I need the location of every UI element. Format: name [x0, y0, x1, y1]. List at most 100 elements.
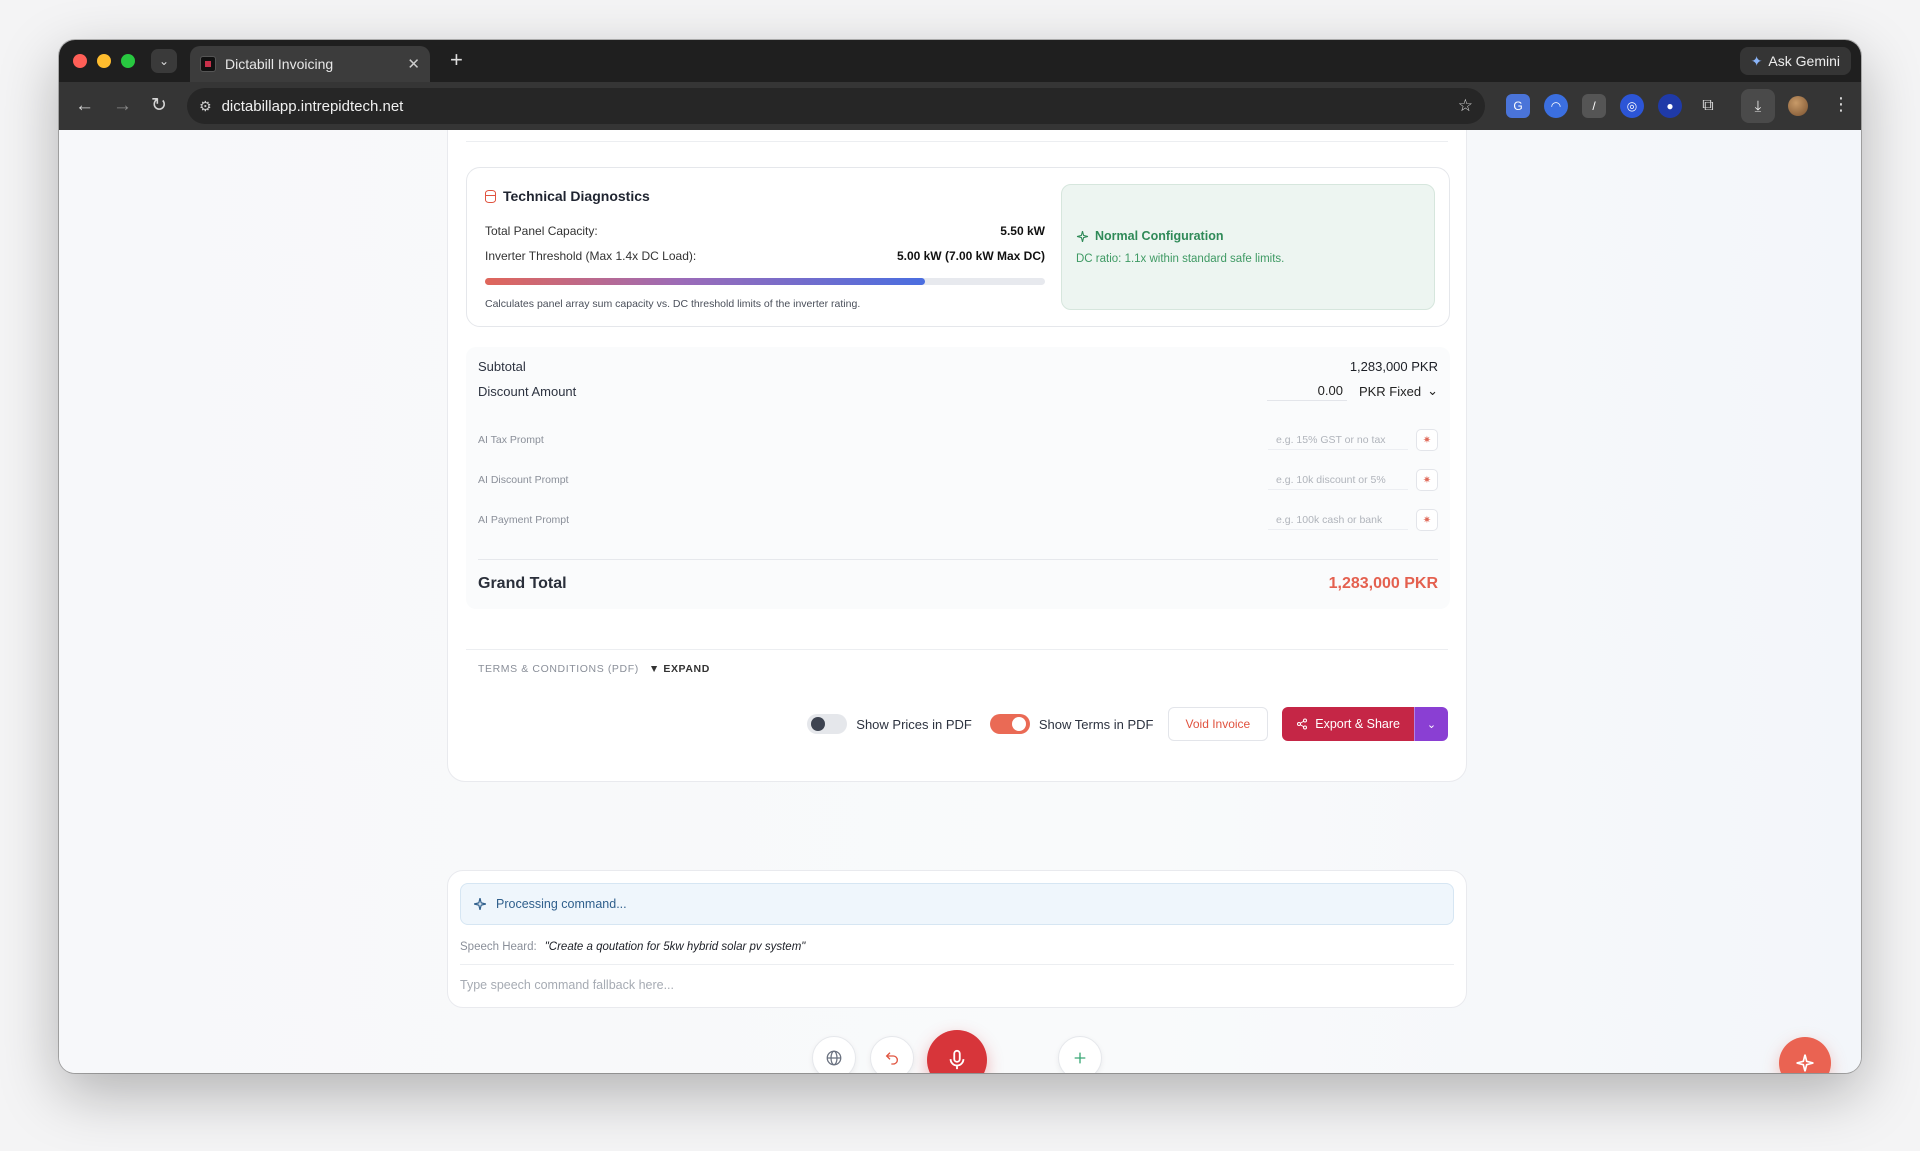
undo-button[interactable]	[870, 1036, 914, 1073]
database-icon	[485, 189, 496, 203]
url-text: dictabillapp.intrepidtech.net	[221, 97, 404, 115]
speech-fallback-input[interactable]	[460, 973, 1454, 997]
grand-total-row: Grand Total 1,283,000 PKR	[478, 575, 1438, 593]
bookmark-star-icon[interactable]: ☆	[1458, 96, 1473, 116]
discount-type-value: PKR Fixed	[1358, 383, 1422, 399]
ai-payment-controls: ✷	[1268, 509, 1438, 531]
more-menu-icon[interactable]: ⋮	[1832, 94, 1850, 115]
add-button[interactable]	[1058, 1036, 1102, 1073]
sparkle-icon: ✷	[1422, 434, 1432, 446]
grand-total-value: 1,283,000 PKR	[1328, 575, 1438, 592]
reload-button[interactable]: ↻	[151, 94, 167, 118]
discount-label: Discount Amount	[478, 383, 577, 399]
export-options-dropdown[interactable]: ⌄	[1414, 707, 1448, 741]
close-window-button[interactable]	[73, 54, 87, 68]
maximize-window-button[interactable]	[121, 54, 135, 68]
ai-discount-prompt-row: AI Discount Prompt ✷	[478, 469, 1438, 491]
minimize-window-button[interactable]	[97, 54, 111, 68]
subtotal-label: Subtotal	[478, 359, 526, 374]
plus-icon	[1074, 1052, 1086, 1064]
discount-row: Discount Amount PKR Fixed ⌄	[478, 381, 1438, 401]
globe-icon	[826, 1050, 842, 1066]
extensions-row: G ◠ / ◎ ● ⧉	[1506, 94, 1720, 118]
show-prices-toggle[interactable]	[807, 714, 848, 734]
extension-icon[interactable]: ◠	[1544, 94, 1568, 118]
void-invoice-button[interactable]: Void Invoice	[1167, 707, 1269, 741]
download-icon[interactable]: ⤓	[1741, 89, 1775, 123]
subtotal-row: Subtotal 1,283,000 PKR	[478, 359, 1438, 374]
discount-type-select[interactable]: PKR Fixed ⌄	[1359, 383, 1438, 399]
export-share-label: Export & Share	[1315, 717, 1400, 731]
sparkle-icon	[474, 898, 486, 910]
export-share-button[interactable]: Export & Share	[1282, 707, 1414, 741]
show-terms-toggle-group: Show Terms in PDF	[989, 714, 1154, 734]
subtotal-value: 1,283,000 PKR	[1349, 359, 1438, 374]
browser-window: ⌄ Dictabill Invoicing ✕ + ✦ Ask Gemini ←…	[59, 40, 1861, 1073]
microphone-icon	[949, 1049, 965, 1070]
tab-dictabill[interactable]: Dictabill Invoicing ✕	[190, 46, 430, 82]
extension-icon[interactable]: ◎	[1620, 94, 1644, 118]
ai-discount-prompt-label: AI Discount Prompt	[478, 474, 569, 486]
ai-discount-controls: ✷	[1268, 469, 1438, 491]
new-tab-button[interactable]: +	[450, 48, 463, 72]
ai-discount-prompt-input[interactable]	[1268, 470, 1408, 490]
show-prices-toggle-group: Show Prices in PDF	[807, 714, 972, 734]
diagnostics-note: Calculates panel array sum capacity vs. …	[485, 298, 861, 310]
tab-search-button[interactable]: ⌄	[151, 49, 177, 73]
translate-extension-icon[interactable]: G	[1506, 94, 1530, 118]
sparkle-icon	[1076, 230, 1089, 242]
ai-tax-apply-button[interactable]: ✷	[1416, 429, 1438, 451]
ai-payment-prompt-input[interactable]	[1268, 510, 1408, 530]
ask-gemini-button[interactable]: ✦ Ask Gemini	[1739, 47, 1851, 75]
share-icon	[1297, 718, 1308, 730]
speech-heard-label: Speech Heard:	[460, 941, 537, 953]
page-viewport: Technical Diagnostics Total Panel Capaci…	[59, 130, 1861, 1073]
panel-capacity-value: 5.50 kW	[1000, 224, 1045, 238]
inverter-threshold-label: Inverter Threshold (Max 1.4x DC Load):	[485, 249, 697, 263]
tab-close-button[interactable]: ✕	[407, 55, 420, 73]
invoice-actions: Show Prices in PDF Show Terms in PDF Voi…	[803, 707, 1448, 741]
ai-assistant-fab[interactable]	[1779, 1037, 1831, 1073]
avatar[interactable]	[1788, 96, 1808, 116]
sparkle-icon	[1796, 1054, 1814, 1072]
panel-capacity-label: Total Panel Capacity:	[485, 224, 598, 238]
ai-payment-prompt-label: AI Payment Prompt	[478, 514, 570, 526]
site-settings-icon[interactable]: ⚙	[199, 98, 212, 115]
status-title: Normal Configuration	[1076, 229, 1223, 243]
address-bar[interactable]: ⚙ dictabillapp.intrepidtech.net ☆	[187, 88, 1485, 124]
tab-title: Dictabill Invoicing	[225, 56, 334, 72]
puzzle-icon[interactable]: ⧉	[1696, 94, 1720, 118]
ai-payment-apply-button[interactable]: ✷	[1416, 509, 1438, 531]
processing-status: Processing command...	[460, 883, 1454, 925]
processing-status-text: Processing command...	[496, 897, 627, 911]
back-button[interactable]: ←	[75, 94, 94, 118]
panel-capacity-row: Total Panel Capacity: 5.50 kW	[485, 224, 1045, 238]
diagnostics-title: Technical Diagnostics	[485, 188, 650, 204]
terms-section: TERMS & CONDITIONS (PDF) ▼ EXPAND	[478, 663, 710, 675]
terms-expand-toggle[interactable]: ▼ EXPAND	[649, 663, 710, 675]
speech-heard-text: "Create a qoutation for 5kw hybrid solar…	[544, 941, 806, 953]
inverter-threshold-value: 5.00 kW (7.00 kW Max DC)	[896, 249, 1045, 263]
microphone-button[interactable]	[927, 1030, 987, 1073]
language-button[interactable]	[812, 1036, 856, 1073]
toggle-knob	[1011, 717, 1026, 731]
capacity-progress-fill	[485, 278, 926, 285]
show-terms-toggle[interactable]	[989, 714, 1030, 734]
forward-button[interactable]: →	[113, 94, 132, 118]
ai-tax-prompt-row: AI Tax Prompt ✷	[478, 429, 1438, 451]
divider	[460, 964, 1454, 965]
extension-icon[interactable]: ●	[1658, 94, 1682, 118]
show-prices-label: Show Prices in PDF	[856, 716, 972, 732]
divider	[466, 649, 1448, 650]
discount-amount-input[interactable]	[1266, 381, 1347, 401]
configuration-status-panel: Normal Configuration DC ratio: 1.1x with…	[1061, 184, 1435, 310]
ai-tax-prompt-input[interactable]	[1268, 430, 1408, 450]
invoice-card: Technical Diagnostics Total Panel Capaci…	[447, 130, 1467, 782]
chevron-down-icon: ⌄	[158, 54, 170, 68]
speech-heard-row: Speech Heard: "Create a qoutation for 5k…	[460, 941, 805, 953]
extension-icon[interactable]: /	[1582, 94, 1606, 118]
favicon-icon	[200, 56, 216, 72]
ai-discount-apply-button[interactable]: ✷	[1416, 469, 1438, 491]
discount-controls: PKR Fixed ⌄	[1266, 381, 1438, 401]
totals-section: Subtotal 1,283,000 PKR Discount Amount P…	[466, 347, 1450, 609]
